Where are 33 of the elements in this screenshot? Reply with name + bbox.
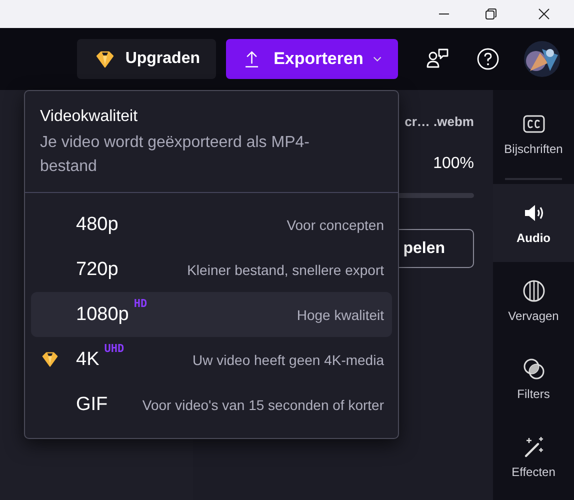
menu-title: Videokwaliteit <box>40 108 139 126</box>
avatar[interactable] <box>524 41 560 77</box>
quality-label: HD <box>134 296 148 310</box>
option-description: Hoge kwaliteit <box>296 306 384 322</box>
quality-label: UHD <box>104 342 124 354</box>
upgrade-button[interactable]: Upgraden <box>77 39 216 79</box>
caret-icon <box>373 56 382 62</box>
restore-icon[interactable] <box>484 8 496 20</box>
upload-icon <box>244 48 260 70</box>
option-description: Voor video's van 15 seconden of korter <box>142 396 384 412</box>
close-icon[interactable] <box>538 8 550 20</box>
file-name: cr… .webm <box>404 114 474 129</box>
option-label: GIF <box>76 394 108 416</box>
option-description: Uw video heeft geen 4K-media <box>192 352 384 368</box>
sidebar-item[interactable]: Audio <box>493 184 574 262</box>
option-label: 720p <box>76 258 118 280</box>
volume-reading: 100% <box>433 155 474 173</box>
option-label: 4K <box>76 348 100 370</box>
filters-icon <box>522 357 546 381</box>
help-icon[interactable] <box>476 47 500 71</box>
sidebar-item[interactable]: Bijschriften <box>493 90 574 178</box>
sidebar-item[interactable]: Effecten <box>493 418 574 496</box>
diamond-icon <box>95 50 116 68</box>
blur-icon <box>522 279 546 303</box>
option-label: 480p <box>76 214 118 236</box>
quality-option[interactable]: 4K UHD Uw video heeft geen 4K-media <box>31 337 392 382</box>
quality-option[interactable]: 1080p HD Hoge kwaliteit <box>31 292 392 337</box>
sidebar-item[interactable]: Vervagen <box>493 262 574 340</box>
export-button[interactable]: Exporteren <box>226 39 398 79</box>
menu-subtitle: Je video wordt geëxporteerd als MP4-bestand <box>40 133 310 177</box>
option-label: 1080p <box>76 304 129 326</box>
sidebar-item[interactable]: Filters <box>493 340 574 418</box>
quality-option[interactable]: GIF Voor video's van 15 seconden of korter <box>31 382 392 427</box>
